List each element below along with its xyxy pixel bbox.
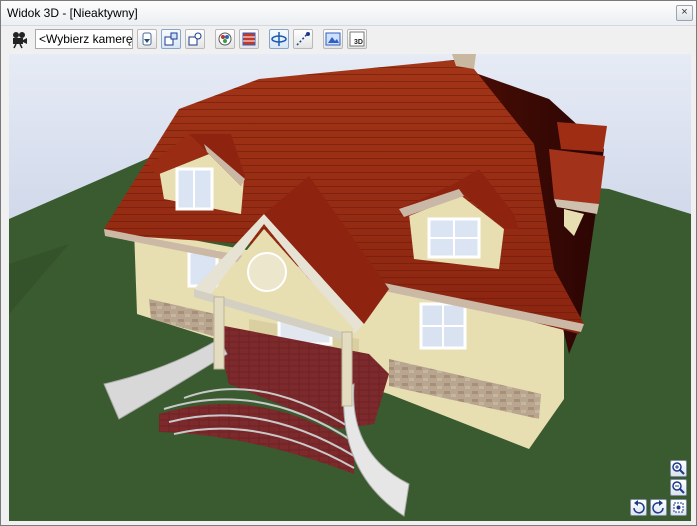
walk-icon[interactable]: [293, 29, 313, 49]
walls-icon[interactable]: [239, 29, 259, 49]
rotate-right-icon[interactable]: [650, 499, 667, 516]
3d-viewport[interactable]: [9, 54, 691, 521]
toolbar: <Wybierz kamerę> 3D: [1, 26, 696, 54]
render-icon[interactable]: [323, 29, 343, 49]
window-3d-view: Widok 3D - [Nieaktywny] × <Wybierz kamer…: [0, 0, 697, 526]
camera-list-icon[interactable]: [137, 29, 157, 49]
textures-icon[interactable]: [215, 29, 235, 49]
house-3d-model: [9, 54, 691, 521]
zoom-extents-icon[interactable]: [670, 499, 687, 516]
export-3d-icon[interactable]: 3D: [347, 29, 367, 49]
camera-select[interactable]: <Wybierz kamerę>: [35, 29, 133, 49]
camera-icon[interactable]: [9, 29, 29, 49]
zoom-in-icon[interactable]: [670, 460, 687, 477]
close-button[interactable]: ×: [676, 5, 693, 21]
window-title: Widok 3D - [Nieaktywny]: [7, 6, 138, 20]
rotate-left-icon[interactable]: [630, 499, 647, 516]
zoom-out-icon[interactable]: [670, 479, 687, 496]
svg-text:3D: 3D: [354, 39, 363, 46]
rotate-icon[interactable]: [269, 29, 289, 49]
camera-view-icon[interactable]: [161, 29, 181, 49]
title-bar: Widok 3D - [Nieaktywny] ×: [1, 1, 696, 26]
close-icon: ×: [681, 6, 688, 18]
camera-target-icon[interactable]: [185, 29, 205, 49]
